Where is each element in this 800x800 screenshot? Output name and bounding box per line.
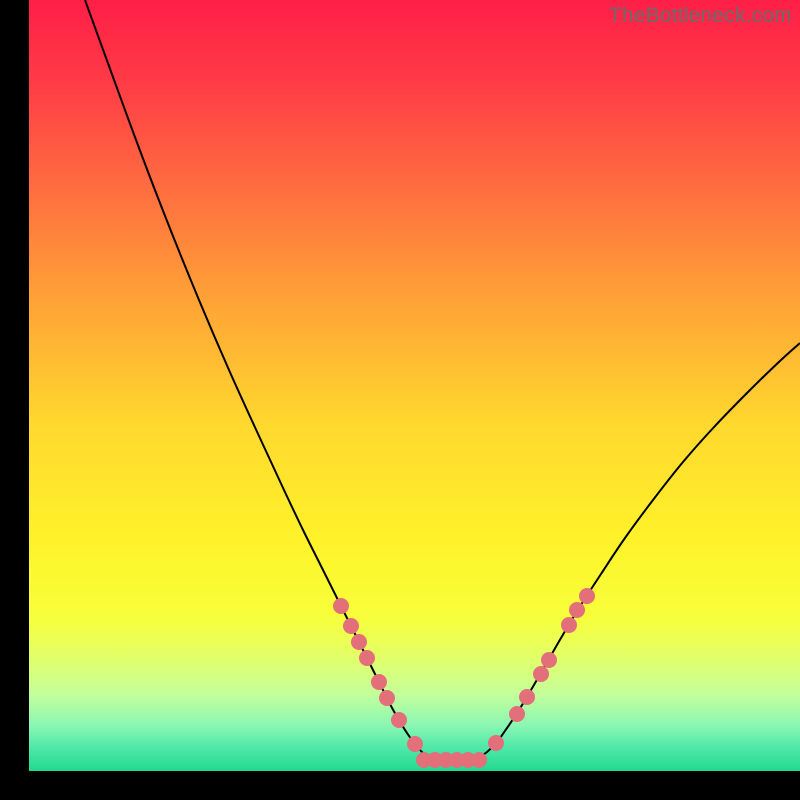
data-marker — [519, 689, 535, 705]
data-marker — [471, 752, 487, 768]
data-marker — [371, 674, 387, 690]
data-marker — [407, 736, 423, 752]
data-marker — [541, 652, 557, 668]
chart-frame: TheBottleneck.com — [29, 0, 800, 771]
data-marker — [488, 735, 504, 751]
watermark-text: TheBottleneck.com — [609, 4, 792, 28]
data-marker — [343, 618, 359, 634]
data-marker — [333, 598, 349, 614]
data-marker — [569, 602, 585, 618]
data-marker — [359, 650, 375, 666]
data-marker — [533, 666, 549, 682]
gradient-background — [29, 0, 800, 771]
data-marker — [579, 588, 595, 604]
data-marker — [391, 712, 407, 728]
data-marker — [509, 706, 525, 722]
bottleneck-chart — [29, 0, 800, 771]
data-marker — [561, 617, 577, 633]
data-marker — [379, 690, 395, 706]
data-marker — [351, 634, 367, 650]
